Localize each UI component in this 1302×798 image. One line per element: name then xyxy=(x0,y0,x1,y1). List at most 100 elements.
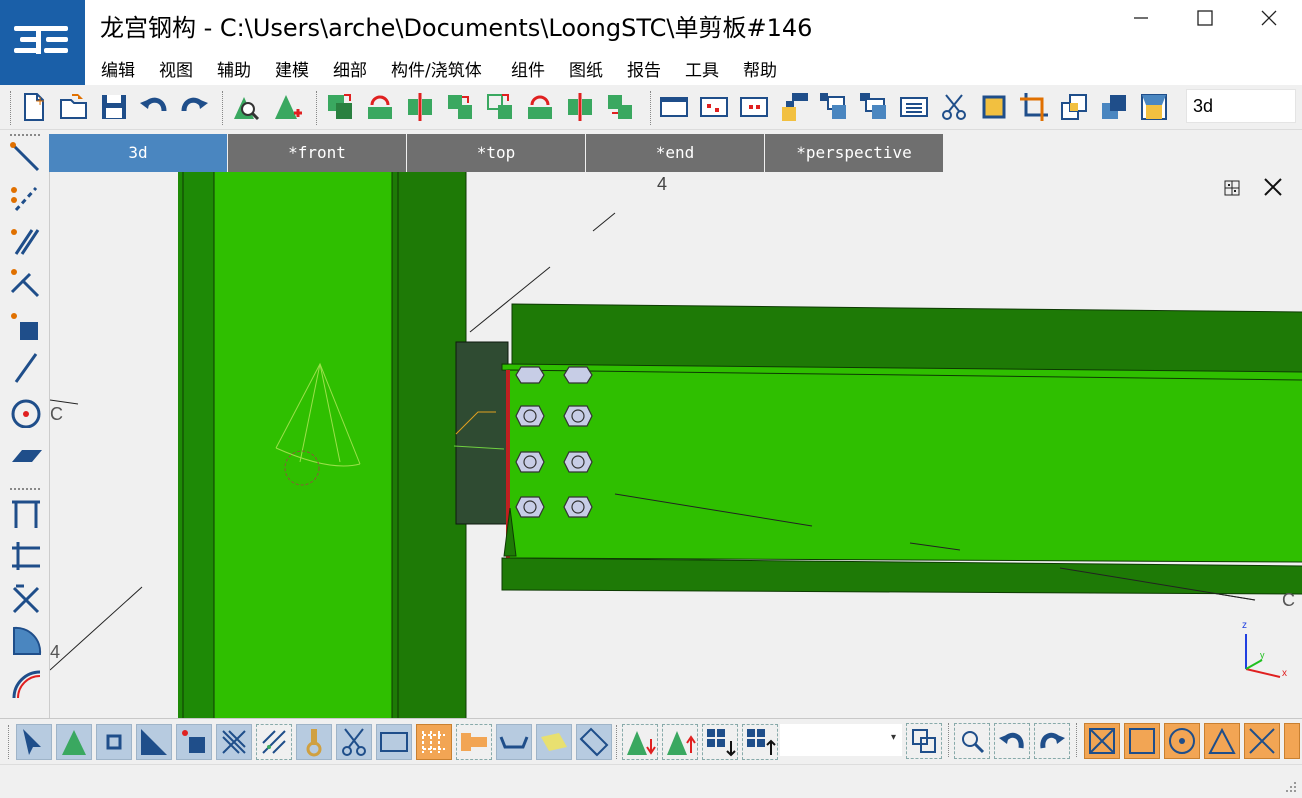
select-bolts-button[interactable] xyxy=(256,724,292,760)
select-boxes-button[interactable] xyxy=(176,724,212,760)
list-window-icon[interactable] xyxy=(898,91,930,123)
view-points-icon[interactable] xyxy=(698,91,730,123)
redo-view-button[interactable] xyxy=(1034,723,1070,759)
snap-more-button[interactable] xyxy=(1284,723,1300,759)
copy-icon[interactable] xyxy=(324,91,356,123)
select-grids-button[interactable] xyxy=(216,724,252,760)
select-upper-button[interactable] xyxy=(662,724,698,760)
curved-beam-icon[interactable] xyxy=(8,664,44,700)
rotate-copy-icon[interactable] xyxy=(364,91,396,123)
create-angle-icon[interactable] xyxy=(8,266,44,302)
arrange-windows-icon[interactable] xyxy=(858,91,890,123)
select-all-button[interactable] xyxy=(16,724,52,760)
create-circle-icon[interactable] xyxy=(8,392,44,428)
move-copy-icon[interactable] xyxy=(484,91,516,123)
restore-view-icon[interactable] xyxy=(1224,180,1240,196)
resize-grip-icon[interactable] xyxy=(1284,780,1298,794)
move-icon[interactable] xyxy=(444,91,476,123)
select-polygon-button[interactable] xyxy=(496,724,532,760)
model-viewport[interactable]: 4 C 4 C z y x xyxy=(49,172,1302,718)
select-parts-button[interactable] xyxy=(56,724,92,760)
select-points-button[interactable] xyxy=(96,724,132,760)
create-plate-icon[interactable] xyxy=(8,434,44,470)
view-dots-icon[interactable] xyxy=(738,91,770,123)
new-file-icon[interactable]: + xyxy=(18,91,50,123)
portal-frame-icon[interactable] xyxy=(8,496,44,532)
mirror-copy-icon[interactable] xyxy=(404,91,436,123)
scissors-icon[interactable] xyxy=(938,91,970,123)
window-icon[interactable] xyxy=(658,91,690,123)
tab-front[interactable]: *front xyxy=(228,134,406,172)
create-polybeam-icon[interactable] xyxy=(8,182,44,218)
redo-icon[interactable] xyxy=(178,91,210,123)
beam-bottom-flange[interactable] xyxy=(501,557,1302,595)
menu-edit[interactable]: 编辑 xyxy=(101,56,135,81)
shear-plate[interactable] xyxy=(455,341,509,525)
select-welds-button[interactable] xyxy=(296,724,332,760)
close-button[interactable] xyxy=(1246,6,1292,38)
snap-box-button[interactable] xyxy=(1084,723,1120,759)
tab-3d[interactable]: 3d xyxy=(49,134,227,172)
maximize-button[interactable] xyxy=(1182,6,1228,38)
undo-view-button[interactable] xyxy=(994,723,1030,759)
menu-tools[interactable]: 工具 xyxy=(685,56,719,81)
model-canvas[interactable] xyxy=(50,172,1302,718)
open-folder-icon[interactable] xyxy=(58,91,90,123)
add-part-icon[interactable] xyxy=(272,91,304,123)
rotate-move-icon[interactable] xyxy=(524,91,556,123)
minimize-button[interactable] xyxy=(1118,6,1164,38)
select-assemblies-button[interactable] xyxy=(456,724,492,760)
select-down-level-button[interactable] xyxy=(702,724,738,760)
menu-drawings[interactable]: 图纸 xyxy=(569,56,603,81)
zoom-selected-button[interactable] xyxy=(954,723,990,759)
curved-plate-icon[interactable] xyxy=(8,622,44,658)
save-icon[interactable] xyxy=(98,91,130,123)
menu-reports[interactable]: 报告 xyxy=(627,56,661,81)
create-column-icon[interactable] xyxy=(8,308,44,344)
select-copy-button[interactable] xyxy=(906,723,942,759)
clip-box-icon[interactable] xyxy=(1018,91,1050,123)
column-flange-right[interactable] xyxy=(392,172,466,718)
tile-windows-icon[interactable] xyxy=(818,91,850,123)
snap-triangle-button[interactable] xyxy=(1204,723,1240,759)
menu-detail[interactable]: 细部 xyxy=(333,56,367,81)
snap-square-button[interactable] xyxy=(1124,723,1160,759)
select-components-button[interactable] xyxy=(416,724,452,760)
translate-icon[interactable] xyxy=(604,91,636,123)
select-dimensions-button[interactable] xyxy=(576,724,612,760)
menu-assist[interactable]: 辅助 xyxy=(217,56,251,81)
work-area-icon[interactable] xyxy=(1098,91,1130,123)
crop-box-icon[interactable] xyxy=(978,91,1010,123)
cross-brace-icon[interactable] xyxy=(8,580,44,616)
select-cuts-button[interactable] xyxy=(336,724,372,760)
cascade-windows-icon[interactable] xyxy=(778,91,810,123)
beam-web[interactable] xyxy=(507,369,1302,563)
create-line-icon[interactable] xyxy=(8,350,44,386)
work-plane-icon[interactable] xyxy=(1138,91,1170,123)
create-twin-beam-icon[interactable] xyxy=(8,224,44,260)
menu-parts-pour[interactable]: 构件/浇筑体 xyxy=(391,56,482,81)
select-lower-button[interactable] xyxy=(622,724,658,760)
select-up-level-button[interactable] xyxy=(742,724,778,760)
create-beam-icon[interactable] xyxy=(8,140,44,176)
close-view-icon[interactable] xyxy=(1262,176,1284,198)
tab-top[interactable]: *top xyxy=(407,134,585,172)
zoom-part-icon[interactable] xyxy=(230,91,262,123)
undo-icon[interactable] xyxy=(138,91,170,123)
frame-bracket-icon[interactable] xyxy=(8,538,44,574)
select-views-button[interactable] xyxy=(376,724,412,760)
select-planes-button[interactable] xyxy=(136,724,172,760)
menu-components[interactable]: 组件 xyxy=(511,56,545,81)
view-selector[interactable]: 3d xyxy=(1186,89,1296,123)
snap-center-button[interactable] xyxy=(1164,723,1200,759)
mirror-move-icon[interactable] xyxy=(564,91,596,123)
tab-perspective[interactable]: *perspective xyxy=(765,134,943,172)
select-surfaces-button[interactable] xyxy=(536,724,572,760)
menu-help[interactable]: 帮助 xyxy=(743,56,777,81)
tab-end[interactable]: *end xyxy=(586,134,764,172)
snap-intersection-button[interactable] xyxy=(1244,723,1280,759)
selection-filter-dropdown[interactable]: ▾ xyxy=(780,724,902,756)
clip-plane-icon[interactable] xyxy=(1058,91,1090,123)
menu-modeling[interactable]: 建模 xyxy=(275,56,309,81)
menu-view[interactable]: 视图 xyxy=(159,56,193,81)
